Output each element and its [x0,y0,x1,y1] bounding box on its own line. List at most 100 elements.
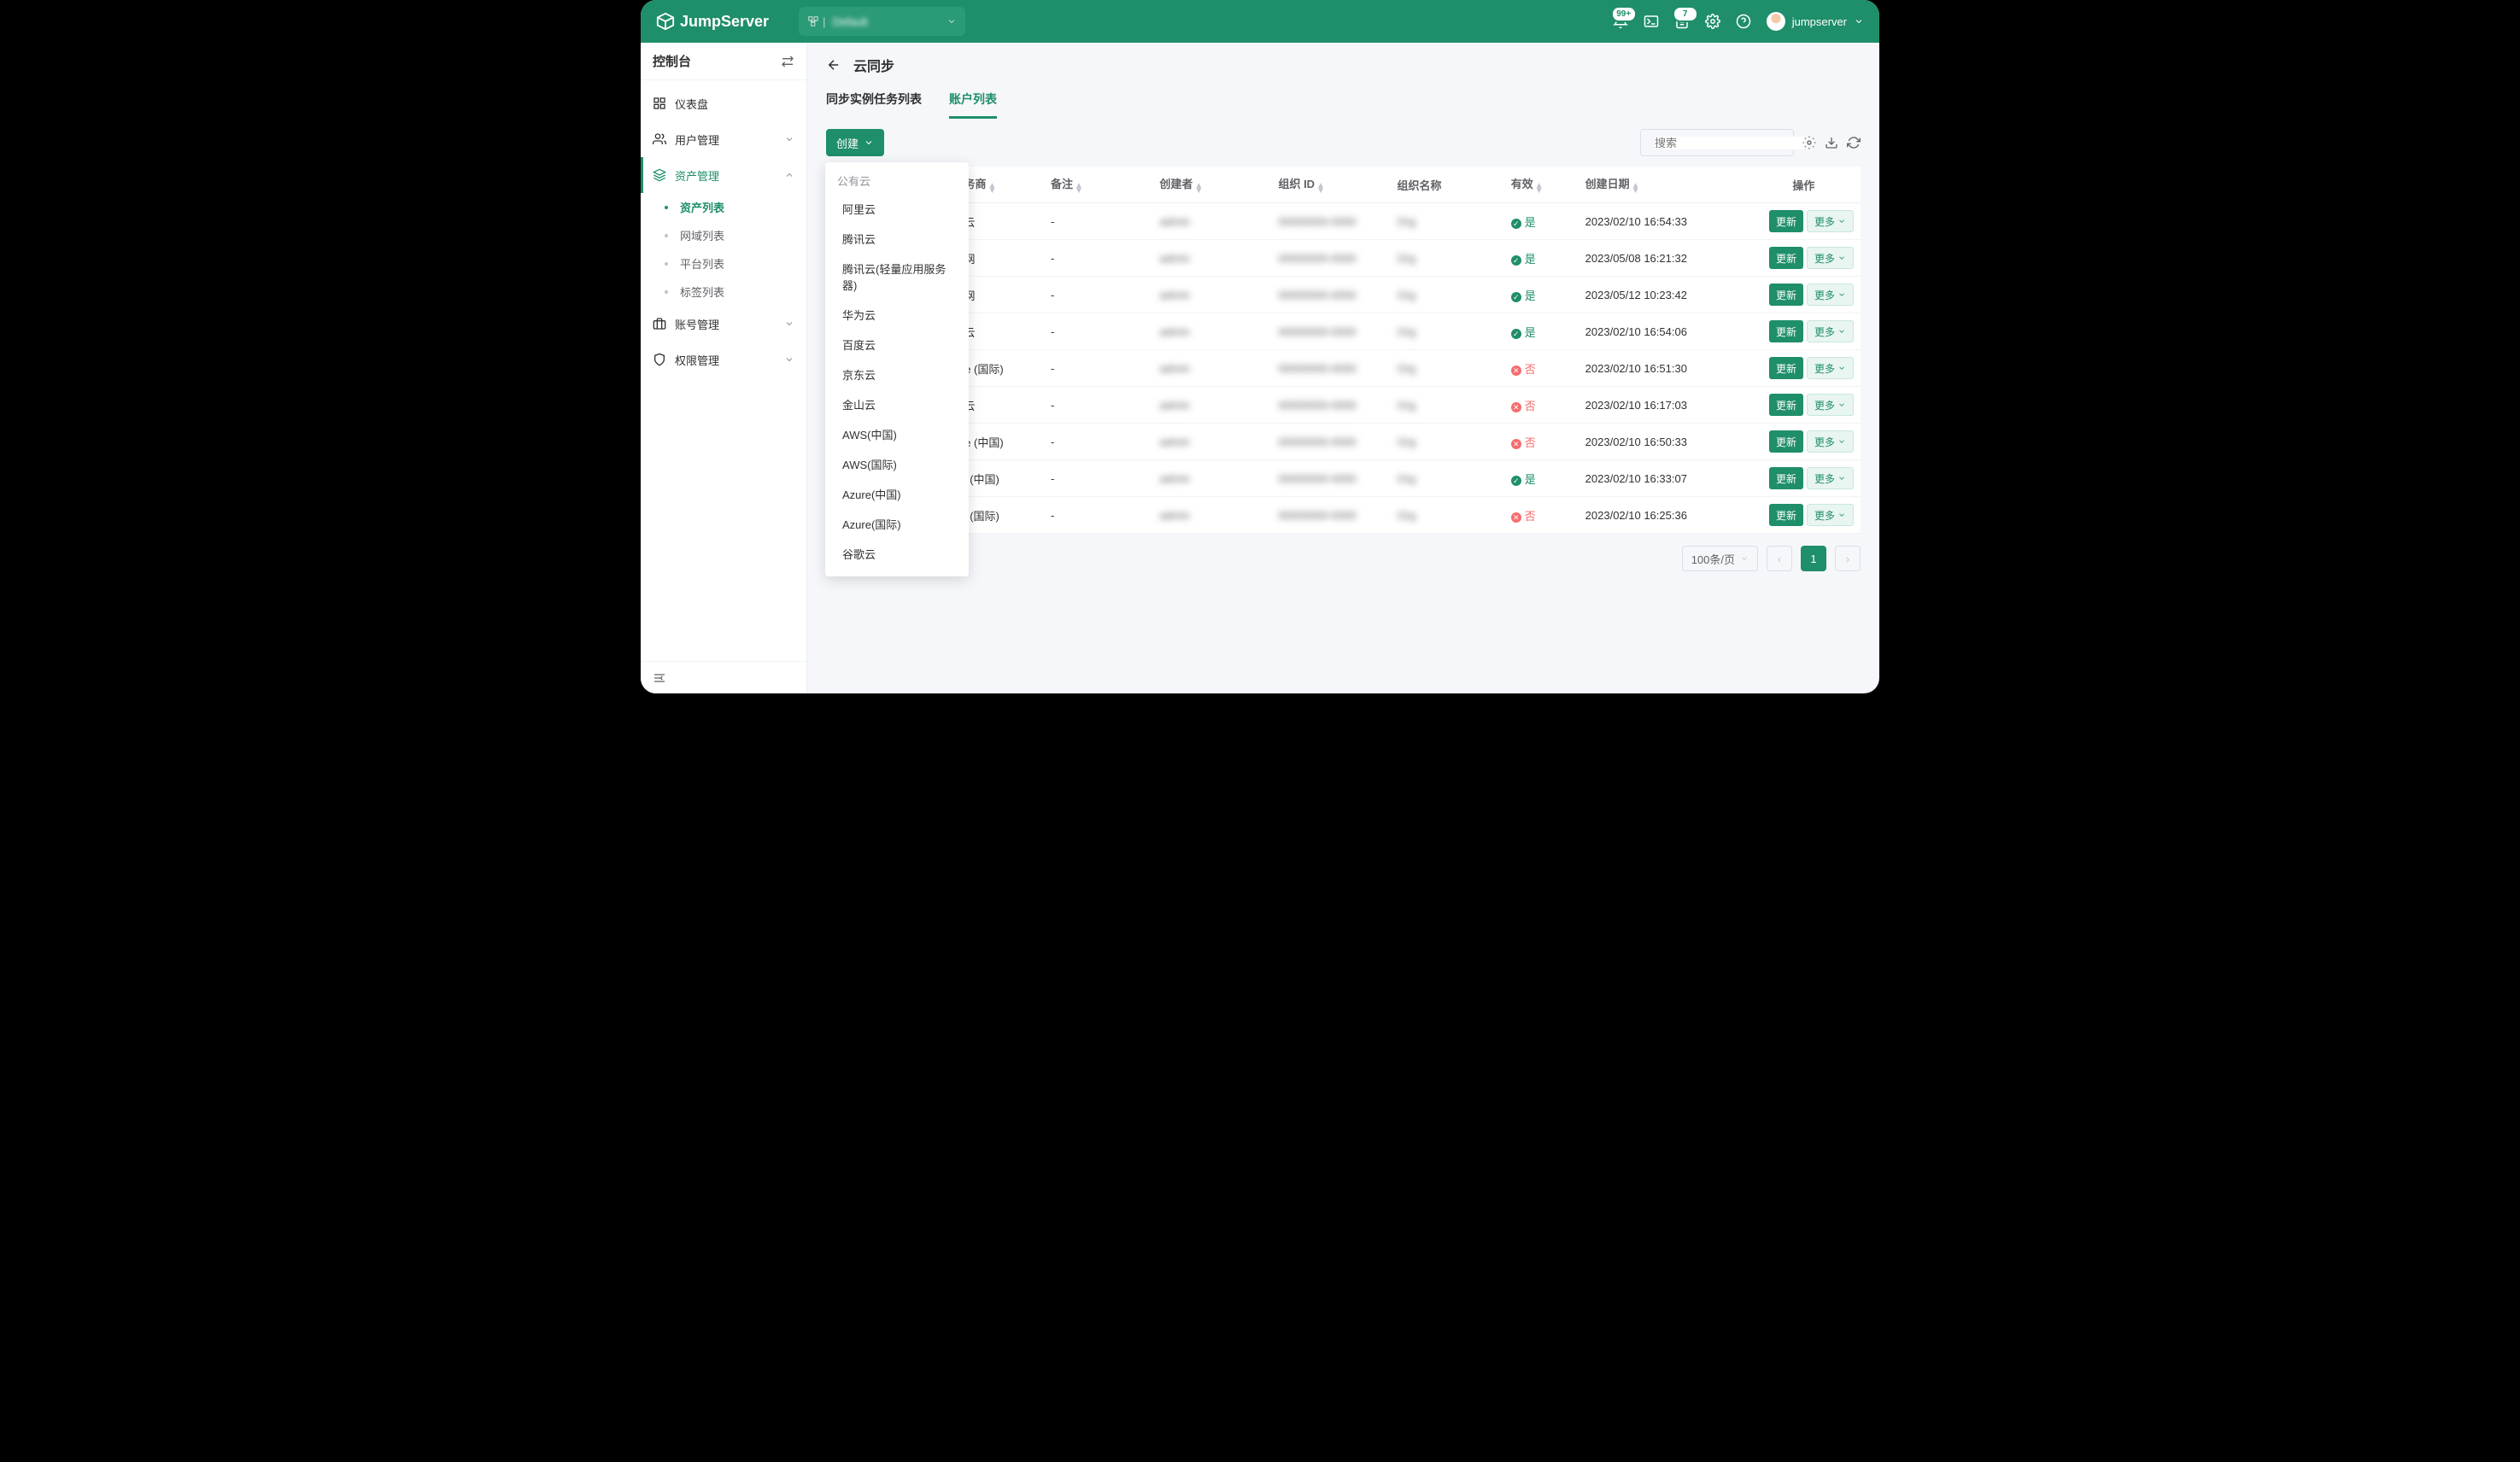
sidebar-item-3[interactable]: 账号管理 [641,306,806,342]
dropdown-item[interactable]: 百度云 [825,330,969,360]
col-valid[interactable]: 有效▲▼ [1504,167,1579,203]
more-button[interactable]: 更多 [1807,320,1854,342]
tab-accounts[interactable]: 账户列表 [949,91,997,119]
dropdown-item[interactable]: UCloud优刻得 [825,569,969,576]
terminal-icon[interactable] [1644,14,1659,29]
row-creator: admin [1159,472,1189,485]
back-icon[interactable] [826,57,841,73]
next-page-btn[interactable]: › [1835,546,1861,571]
row-creator: admin [1159,399,1189,412]
update-button[interactable]: 更新 [1769,467,1803,489]
sidebar-item-2[interactable]: 资产管理 [641,157,806,193]
chevron-down-icon [946,16,957,26]
table-row: aliyun账号阿里云-admin00000000-0000Org✕否2023/… [826,387,1861,424]
top-header: JumpServer | Default 99+ 7 [641,0,1879,43]
sort-icon: ▲▼ [1316,184,1325,194]
table-row: 华为云华为云-admin00000000-0000Org✓是2023/02/10… [826,203,1861,240]
search-field[interactable] [1655,137,1805,149]
col-creator[interactable]: 创建者▲▼ [1152,167,1271,203]
more-button[interactable]: 更多 [1807,357,1854,379]
update-button[interactable]: 更新 [1769,357,1803,379]
dropdown-item[interactable]: 腾讯云 [825,224,969,254]
create-button[interactable]: 创建 [826,129,884,156]
dropdown-item[interactable]: AWS(中国) [825,419,969,449]
more-button[interactable]: 更多 [1807,210,1854,232]
ticket-icon[interactable]: 7 [1674,14,1690,29]
col-created[interactable]: 创建日期▲▼ [1579,167,1747,203]
dropdown-item[interactable]: 京东云 [825,360,969,389]
more-button[interactable]: 更多 [1807,247,1854,269]
update-button[interactable]: 更新 [1769,247,1803,269]
page-size-select[interactable]: 100条/页 [1682,546,1758,571]
more-button[interactable]: 更多 [1807,284,1854,306]
dropdown-item[interactable]: 华为云 [825,300,969,330]
ticket-badge: 7 [1673,6,1698,22]
sidebar-subitem-2-3[interactable]: 标签列表 [641,278,806,306]
row-org-id: 00000000-0000 [1278,399,1356,412]
page-size-label: 100条/页 [1691,551,1735,567]
create-label: 创建 [836,135,859,151]
gear-icon[interactable] [1705,14,1720,29]
page-1-btn[interactable]: 1 [1801,546,1826,571]
columns-icon[interactable] [1802,136,1816,149]
search-input[interactable] [1640,129,1794,156]
dropdown-item[interactable]: AWS(国际) [825,449,969,479]
row-creator: admin [1159,325,1189,338]
help-icon[interactable] [1736,14,1751,29]
toolbar: 创建 [826,129,1861,156]
sidebar-item-4[interactable]: 权限管理 [641,342,806,377]
sidebar-subitem-2-1[interactable]: 网域列表 [641,221,806,249]
chevron-icon [784,319,794,329]
chevron-icon [784,170,794,180]
update-button[interactable]: 更新 [1769,320,1803,342]
dropdown-item[interactable]: 腾讯云(轻量应用服务器) [825,254,969,300]
table-header: 名称▲▼云服务商▲▼备注▲▼创建者▲▼组织 ID▲▼组织名称有效▲▼创建日期▲▼… [826,167,1861,203]
row-remark: - [1044,240,1152,277]
more-button[interactable]: 更多 [1807,467,1854,489]
dropdown-item[interactable]: Azure(中国) [825,479,969,509]
update-button[interactable]: 更新 [1769,210,1803,232]
logo[interactable]: JumpServer [656,12,769,31]
more-button[interactable]: 更多 [1807,394,1854,416]
prev-page-btn[interactable]: ‹ [1767,546,1792,571]
swap-icon[interactable] [781,55,794,68]
avatar [1767,12,1785,31]
bell-icon[interactable]: 99+ [1613,14,1628,29]
row-valid: ✓是 [1511,289,1536,302]
sidebar-subitem-2-0[interactable]: 资产列表 [641,193,806,221]
dropdown-item[interactable]: 阿里云 [825,194,969,224]
tab-tasks[interactable]: 同步实例任务列表 [826,91,922,119]
row-org-id: 00000000-0000 [1278,215,1356,228]
org-icon [807,15,819,27]
download-icon[interactable] [1825,136,1838,149]
col-org_id[interactable]: 组织 ID▲▼ [1271,167,1390,203]
dropdown-item[interactable]: 谷歌云 [825,539,969,569]
row-org-id: 00000000-0000 [1278,509,1356,522]
org-switcher[interactable]: | Default [799,7,965,36]
logo-icon [656,12,675,31]
row-remark: - [1044,387,1152,424]
sidebar-subitem-2-2[interactable]: 平台列表 [641,249,806,278]
update-button[interactable]: 更新 [1769,504,1803,526]
more-button[interactable]: 更多 [1807,504,1854,526]
chevron-icon [784,134,794,144]
more-button[interactable]: 更多 [1807,430,1854,453]
row-creator: admin [1159,362,1189,375]
create-dropdown: 公有云阿里云腾讯云腾讯云(轻量应用服务器)华为云百度云京东云金山云AWS(中国)… [825,162,969,576]
row-valid: ✓是 [1511,326,1536,339]
dropdown-item[interactable]: Azure(国际) [825,509,969,539]
update-button[interactable]: 更新 [1769,394,1803,416]
dropdown-item[interactable]: 金山云 [825,389,969,419]
sidebar-item-1[interactable]: 用户管理 [641,121,806,157]
row-org-id: 00000000-0000 [1278,289,1356,301]
col-remark[interactable]: 备注▲▼ [1044,167,1152,203]
update-button[interactable]: 更新 [1769,430,1803,453]
refresh-icon[interactable] [1847,136,1861,149]
table-row: aws中国AWS (中国)-admin00000000-0000Org✓是202… [826,460,1861,497]
col-ops: 操作 [1747,167,1861,203]
sidebar-footer[interactable] [641,661,806,693]
user-menu[interactable]: jumpserver [1767,12,1864,31]
sidebar-item-0[interactable]: 仪表盘 [641,85,806,121]
row-created: 2023/02/10 16:50:33 [1579,424,1747,460]
update-button[interactable]: 更新 [1769,284,1803,306]
